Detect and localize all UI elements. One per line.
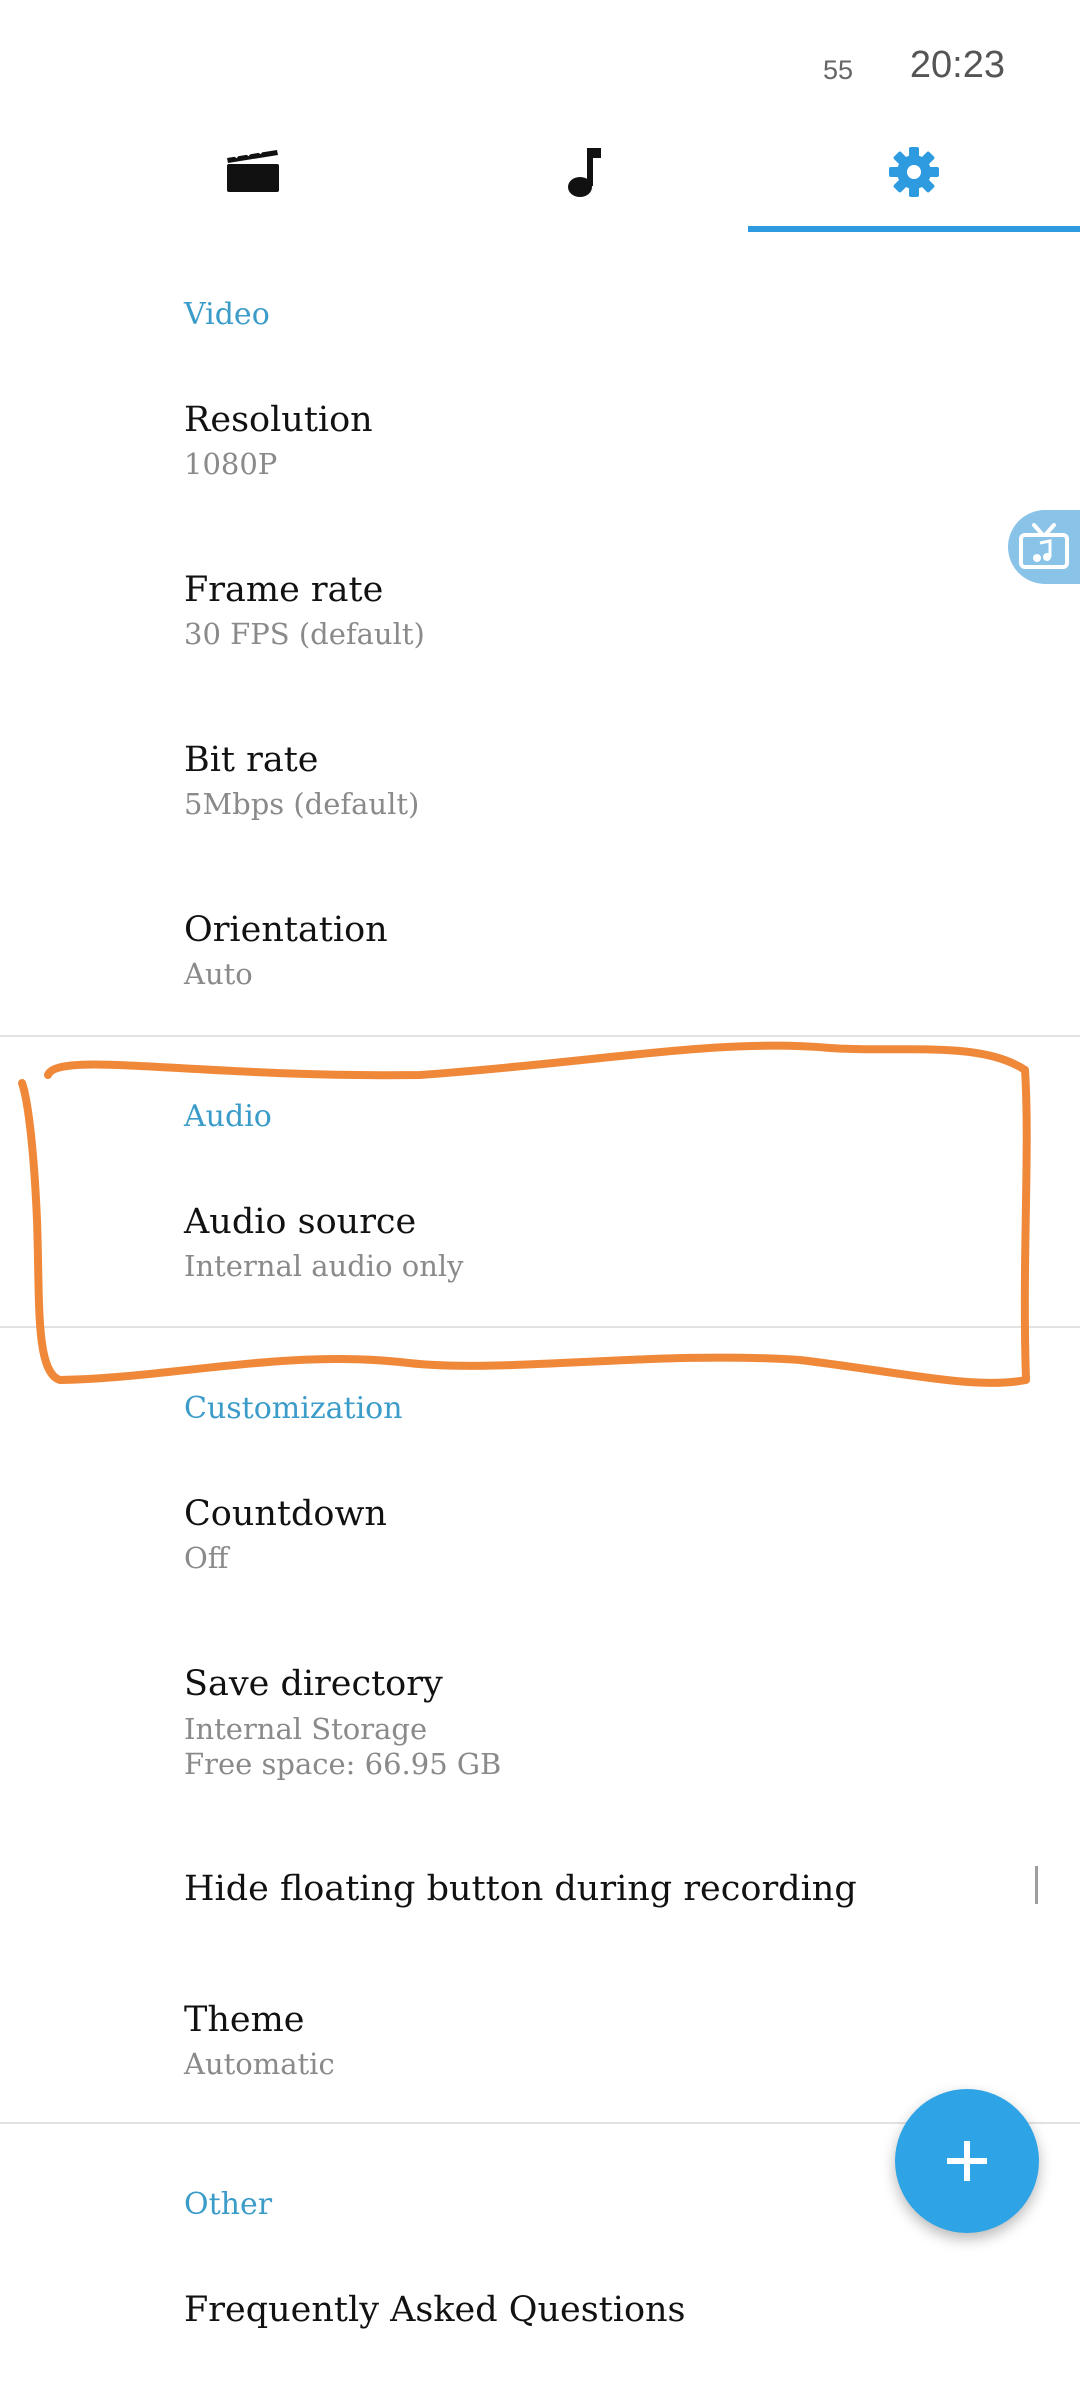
orientation-title[interactable]: Orientation bbox=[184, 910, 388, 950]
save-directory-storage: Internal Storage bbox=[184, 1712, 428, 1746]
audio-source-title[interactable]: Audio source bbox=[184, 1202, 416, 1242]
section-header-video: Video bbox=[184, 297, 270, 332]
tab-bar bbox=[0, 130, 1080, 232]
frame-rate-title[interactable]: Frame rate bbox=[184, 570, 383, 610]
tv-music-icon bbox=[1019, 523, 1069, 569]
annotation-highlight bbox=[18, 1041, 1031, 1387]
tab-settings[interactable] bbox=[748, 130, 1080, 232]
add-fab-button[interactable] bbox=[895, 2089, 1039, 2233]
tab-audio[interactable] bbox=[420, 130, 750, 232]
floating-recorder-widget[interactable] bbox=[1008, 510, 1080, 584]
active-tab-indicator bbox=[748, 226, 1080, 232]
resolution-value: 1080P bbox=[184, 447, 278, 481]
countdown-value: Off bbox=[184, 1541, 229, 1575]
tab-video[interactable] bbox=[87, 130, 417, 232]
divider bbox=[0, 1326, 1080, 1328]
theme-value: Automatic bbox=[184, 2047, 335, 2081]
section-header-customization: Customization bbox=[184, 1391, 403, 1426]
hide-floating-toggle[interactable] bbox=[1035, 1866, 1038, 1904]
clock: 20:23 bbox=[909, 44, 1005, 86]
save-directory-title[interactable]: Save directory bbox=[184, 1664, 443, 1704]
bit-rate-value: 5Mbps (default) bbox=[184, 787, 420, 821]
status-bar: 55 20:23 bbox=[0, 0, 1080, 130]
faq-title[interactable]: Frequently Asked Questions bbox=[184, 2290, 686, 2330]
frame-rate-value: 30 FPS (default) bbox=[184, 617, 425, 651]
bit-rate-title[interactable]: Bit rate bbox=[184, 740, 318, 780]
plus-icon bbox=[947, 2141, 987, 2181]
theme-title[interactable]: Theme bbox=[184, 2000, 305, 2040]
music-note-icon bbox=[568, 148, 601, 197]
audio-source-value: Internal audio only bbox=[184, 1249, 464, 1283]
countdown-title[interactable]: Countdown bbox=[184, 1494, 387, 1534]
gear-icon bbox=[889, 147, 939, 197]
video-icon bbox=[227, 146, 279, 192]
divider bbox=[0, 1035, 1080, 1037]
save-directory-free-space: Free space: 66.95 GB bbox=[184, 1747, 502, 1781]
battery-level: 55 bbox=[822, 55, 853, 85]
orientation-value: Auto bbox=[184, 957, 253, 991]
resolution-title[interactable]: Resolution bbox=[184, 400, 373, 440]
section-header-audio: Audio bbox=[184, 1099, 272, 1134]
hide-floating-button-title[interactable]: Hide floating button during recording bbox=[184, 1869, 857, 1909]
section-header-other: Other bbox=[184, 2187, 273, 2222]
